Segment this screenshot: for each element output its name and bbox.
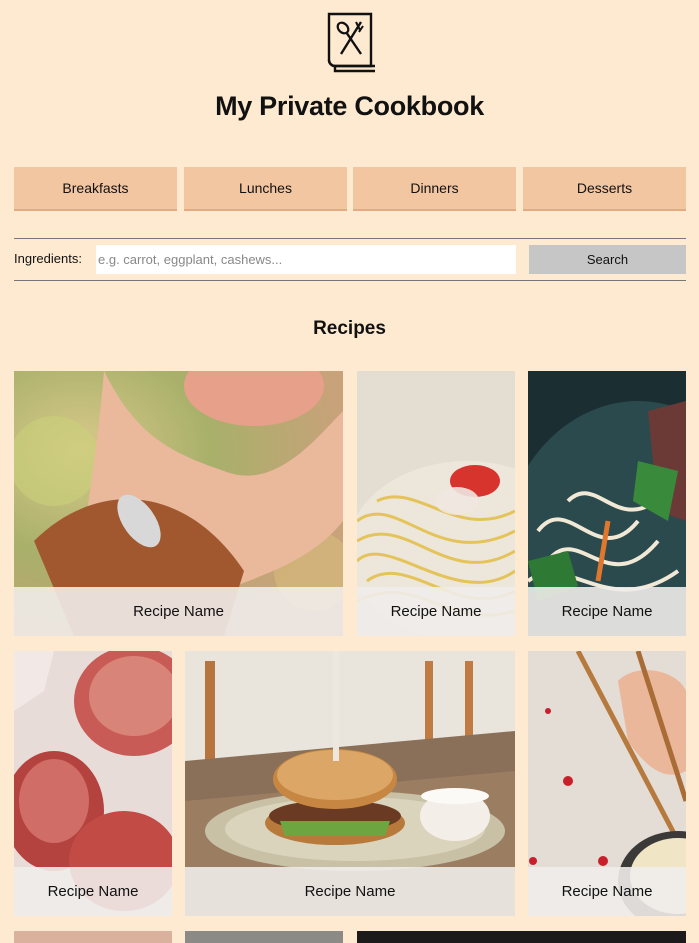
recipe-card[interactable]: Recipe Name — [185, 651, 515, 916]
recipe-card-partial[interactable] — [185, 931, 343, 943]
recipe-name: Recipe Name — [14, 867, 172, 916]
search-top-divider — [14, 238, 686, 239]
recipe-card-partial[interactable] — [357, 931, 686, 943]
recipe-card-partial[interactable] — [14, 931, 172, 943]
recipe-name: Recipe Name — [528, 587, 686, 636]
cookbook-logo-icon — [327, 12, 375, 73]
category-button-breakfasts[interactable]: Breakfasts — [14, 167, 177, 211]
ingredients-label: Ingredients: — [14, 251, 82, 266]
recipe-name: Recipe Name — [185, 867, 515, 916]
recipe-name: Recipe Name — [528, 867, 686, 916]
ingredients-input[interactable] — [96, 245, 516, 274]
category-button-desserts[interactable]: Desserts — [523, 167, 686, 211]
recipe-name: Recipe Name — [14, 587, 343, 636]
category-button-dinners[interactable]: Dinners — [353, 167, 516, 211]
page-title: My Private Cookbook — [215, 91, 484, 121]
recipe-card[interactable]: Recipe Name — [357, 371, 515, 636]
recipes-heading: Recipes — [313, 318, 386, 339]
recipe-card[interactable]: Recipe Name — [528, 651, 686, 916]
recipe-card[interactable]: Recipe Name — [14, 371, 343, 636]
search-button[interactable]: Search — [529, 245, 686, 274]
recipe-card[interactable]: Recipe Name — [528, 371, 686, 636]
search-bottom-divider — [14, 280, 686, 281]
recipe-card[interactable]: Recipe Name — [14, 651, 172, 916]
recipe-name: Recipe Name — [357, 587, 515, 636]
category-button-lunches[interactable]: Lunches — [184, 167, 347, 211]
